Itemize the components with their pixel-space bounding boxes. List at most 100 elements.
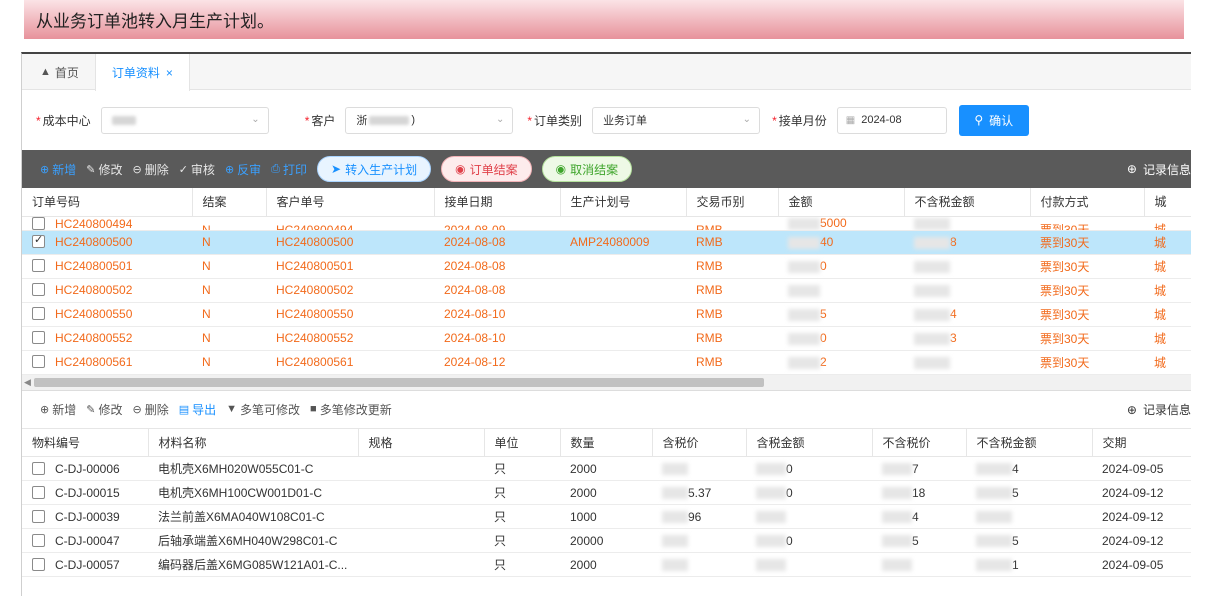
column-header[interactable]: 含税价 — [652, 428, 747, 457]
close-order-button[interactable]: ◉ 订单结案 — [441, 156, 532, 182]
redacted-value — [662, 463, 688, 476]
column-header[interactable]: 数量 — [560, 428, 653, 457]
review-button[interactable]: ✓ 审核 — [179, 161, 215, 178]
delete-button[interactable]: ⊖ 删除 — [132, 161, 168, 178]
tab-home[interactable]: ▲ 首页 — [22, 54, 95, 90]
plan-no-cell — [560, 278, 686, 303]
tax-amount-cell: 0 — [746, 528, 872, 553]
column-header[interactable]: 接单日期 — [434, 188, 561, 217]
column-header[interactable]: 订单号码 — [22, 188, 193, 217]
multi-update-button[interactable]: ■ 多笔修改更新 — [310, 401, 392, 418]
redacted-value — [882, 535, 912, 548]
cost-center-select[interactable]: ⌄ — [100, 106, 269, 134]
row-checkbox[interactable] — [32, 216, 45, 229]
column-header[interactable]: 客户单号 — [266, 188, 435, 217]
customer-no-cell: HC240800561 — [266, 350, 434, 375]
search-icon: ⚲ — [974, 113, 984, 127]
unit-cell: 只 — [484, 480, 560, 505]
closed-cell: N — [192, 254, 266, 279]
row-checkbox[interactable] — [32, 461, 45, 475]
table-row[interactable]: C-DJ-00047 后轴承端盖X6MH040W298C01-C 只 20000 0 5 5… — [22, 528, 1191, 553]
row-checkbox[interactable] — [32, 355, 45, 368]
redacted-value — [662, 487, 688, 500]
net-total-cell: 1 — [966, 552, 1092, 577]
minus-circle-icon: ⊖ — [132, 403, 142, 416]
edit-button[interactable]: ✎ 修改 — [86, 161, 122, 178]
order-month-picker[interactable]: ▦ 2024-08 — [836, 106, 947, 134]
customer-no-cell: HC240800550 — [266, 302, 434, 327]
row-checkbox[interactable] — [32, 509, 45, 523]
column-header[interactable]: 单位 — [484, 428, 561, 457]
export-icon: ▤ — [178, 403, 190, 416]
unreview-button[interactable]: ⊕ 反审 — [225, 161, 261, 178]
close-icon[interactable]: × — [166, 66, 173, 80]
column-header[interactable]: 付款方式 — [1030, 188, 1145, 217]
row-checkbox[interactable] — [32, 233, 45, 248]
material-delete-button[interactable]: ⊖ 删除 — [132, 401, 168, 418]
scroll-left-icon[interactable]: ◀ — [24, 377, 31, 388]
to-production-plan-button[interactable]: ➤ 转入生产计划 — [317, 156, 432, 182]
column-header[interactable]: 生产计划号 — [560, 188, 687, 217]
row-checkbox[interactable] — [32, 331, 45, 344]
column-header[interactable]: 交易币别 — [686, 188, 779, 217]
table-row[interactable]: HC240800502 N HC240800502 2024-08-08 RMB 票到30… — [22, 278, 1191, 303]
unit-cell: 只 — [484, 528, 560, 553]
amount-cell: 0 — [778, 254, 904, 279]
table-row[interactable]: HC240800550 N HC240800550 2024-08-10 RMB 5 4 票到… — [22, 302, 1191, 327]
row-checkbox[interactable] — [32, 485, 45, 499]
column-header[interactable]: 金额 — [778, 188, 905, 217]
confirm-button[interactable]: ⚲ 确认 — [958, 104, 1029, 136]
material-name-cell: 编码器后盖X6MG085W121A01-C... — [148, 552, 358, 577]
order-date-cell: 2024-08-08 — [434, 278, 560, 303]
tax-price-cell — [652, 456, 746, 481]
column-header[interactable]: 交期 — [1092, 428, 1191, 457]
table-row[interactable]: C-DJ-00006 电机壳X6MH020W055C01-C 只 2000 0 7 4 202… — [22, 456, 1191, 481]
net-amount-cell — [904, 278, 1030, 303]
add-button[interactable]: ⊕ 新增 — [40, 161, 76, 178]
row-checkbox[interactable] — [32, 557, 45, 571]
customer-select[interactable]: 浙 ) ⌄ — [345, 106, 514, 134]
column-header[interactable]: 结案 — [192, 188, 267, 217]
column-header[interactable]: 规格 — [358, 428, 485, 457]
extra-cell: 城 — [1144, 302, 1191, 327]
multi-edit-button[interactable]: ▼ 多笔可修改 — [226, 401, 300, 418]
column-header[interactable]: 含税金额 — [746, 428, 873, 457]
customer-no-cell: HC240800494 — [266, 216, 434, 231]
horizontal-scrollbar[interactable]: ◀ — [22, 374, 1191, 391]
table-row[interactable]: HC240800561 N HC240800561 2024-08-12 RMB 2 票到3… — [22, 350, 1191, 375]
table-row[interactable]: C-DJ-00057 编码器后盖X6MG085W121A01-C... 只 2000 1… — [22, 552, 1191, 577]
redacted-value — [111, 115, 136, 125]
table-row[interactable]: HC240800501 N HC240800501 2024-08-08 RMB 0 票到3… — [22, 254, 1191, 279]
order-type-select[interactable]: 业务订单 ⌄ — [592, 106, 761, 134]
column-header[interactable]: 不含税价 — [872, 428, 967, 457]
column-header[interactable]: 城 — [1144, 188, 1191, 217]
material-edit-button[interactable]: ✎ 修改 — [86, 401, 122, 418]
tab-order-data[interactable]: 订单资料 × — [94, 54, 190, 91]
table-row[interactable]: HC240800494 N HC240800494 2024-08-09 RMB 5000… — [22, 216, 1191, 231]
row-checkbox[interactable] — [32, 307, 45, 320]
cancel-close-button[interactable]: ◉ 取消结案 — [541, 156, 633, 182]
row-checkbox[interactable] — [32, 533, 45, 547]
row-checkbox[interactable] — [32, 283, 45, 296]
scrollbar-thumb[interactable] — [34, 377, 764, 387]
column-header[interactable]: 不含税金额 — [966, 428, 1093, 457]
table-row[interactable]: HC240800500NHC2408005002024-08-08AMP2408… — [22, 230, 1191, 255]
export-button[interactable]: ▤ 导出 — [179, 401, 216, 418]
print-button[interactable]: ⎙ 打印 — [271, 161, 307, 178]
column-header[interactable]: 物料编号 — [22, 428, 149, 457]
table-row[interactable]: C-DJ-00039 法兰前盖X6MA040W108C01-C 只 1000 96 4 20… — [22, 504, 1191, 529]
column-header[interactable]: 材料名称 — [148, 428, 359, 457]
materials-table: 物料编号 材料名称 规格 单位 数量 含税价 含税金额 不含税价 不含税金额 交… — [22, 428, 1191, 577]
redacted-value — [662, 559, 688, 572]
filter-icon: ▼ — [226, 403, 238, 415]
chevron-down-icon: ⌄ — [251, 113, 260, 125]
extra-cell: 城 — [1144, 278, 1191, 303]
material-record-info-button[interactable]: ⊕ 记录信息 — [1127, 391, 1191, 429]
column-header[interactable]: 不含税金额 — [904, 188, 1031, 217]
payment-cell: 票到30天 — [1030, 302, 1144, 327]
table-row[interactable]: C-DJ-00015 电机壳X6MH100CW001D01-C 只 2000 5.37 0… — [22, 480, 1191, 505]
row-checkbox[interactable] — [32, 259, 45, 272]
record-info-button[interactable]: ⊕ 记录信息 — [1127, 150, 1191, 188]
material-add-button[interactable]: ⊕ 新增 — [40, 401, 76, 418]
table-row[interactable]: HC240800552 N HC240800552 2024-08-10 RMB 0 3 票到… — [22, 326, 1191, 351]
